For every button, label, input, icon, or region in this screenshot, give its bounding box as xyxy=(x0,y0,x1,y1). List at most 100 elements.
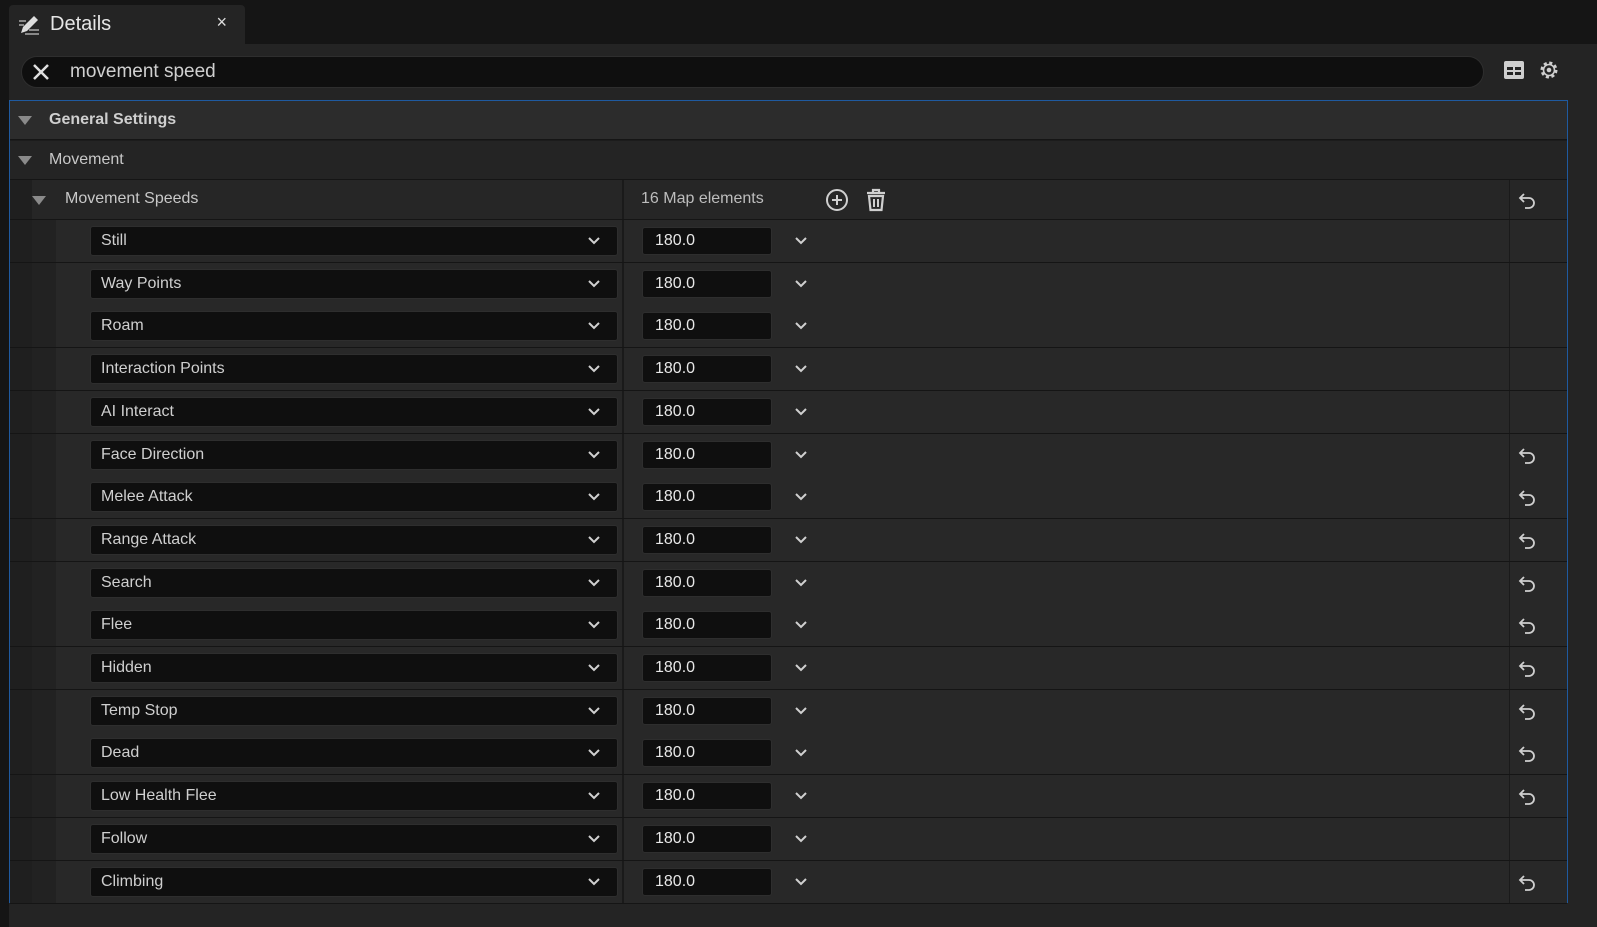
indent xyxy=(32,220,56,262)
chevron-down-icon[interactable] xyxy=(794,448,808,462)
chevron-down-icon[interactable] xyxy=(794,618,808,632)
map-element-row: Hidden 180.0 xyxy=(10,647,1567,690)
expand-triangle-icon[interactable] xyxy=(18,115,32,125)
map-element-row: Face Direction 180.0 xyxy=(10,433,1567,477)
key-dropdown[interactable]: Hidden xyxy=(90,653,618,683)
column-divider xyxy=(1509,476,1510,519)
value-input[interactable]: 180.0 xyxy=(642,397,772,426)
category-general-settings[interactable]: General Settings xyxy=(10,101,1567,140)
chevron-down-icon[interactable] xyxy=(794,319,808,333)
key-label: Roam xyxy=(101,317,144,335)
value-input[interactable]: 180.0 xyxy=(642,312,772,341)
value-input[interactable]: 180.0 xyxy=(642,824,772,853)
column-divider xyxy=(1509,220,1510,262)
reset-to-default-icon[interactable] xyxy=(1517,744,1537,763)
chevron-down-icon[interactable] xyxy=(794,704,808,718)
chevron-down-icon[interactable] xyxy=(794,533,808,547)
value-input[interactable]: 180.0 xyxy=(642,483,772,512)
reset-to-default-icon[interactable] xyxy=(1517,702,1537,720)
key-dropdown[interactable]: Roam xyxy=(90,311,618,342)
map-element-row: Interaction Points 180.0 xyxy=(10,348,1567,392)
key-dropdown[interactable]: Still xyxy=(90,226,618,256)
key-label: Melee Attack xyxy=(101,488,193,506)
key-dropdown[interactable]: Search xyxy=(90,567,618,598)
column-divider xyxy=(622,476,624,519)
value-input[interactable]: 180.0 xyxy=(642,654,772,682)
chevron-down-icon[interactable] xyxy=(794,789,808,803)
indent xyxy=(32,476,56,519)
reset-to-default-icon[interactable] xyxy=(1517,446,1537,464)
value-input[interactable]: 180.0 xyxy=(642,269,772,298)
chevron-down-icon[interactable] xyxy=(794,234,808,248)
reset-to-default-icon[interactable] xyxy=(1517,659,1537,677)
reset-to-default-icon[interactable] xyxy=(1517,616,1537,635)
reset-to-default-icon[interactable] xyxy=(1517,488,1537,507)
value-input[interactable]: 180.0 xyxy=(642,568,772,597)
key-dropdown[interactable]: Temp Stop xyxy=(90,695,618,726)
chevron-down-icon[interactable] xyxy=(794,875,808,889)
value-input[interactable]: 180.0 xyxy=(642,611,772,640)
value-input[interactable]: 180.0 xyxy=(642,867,772,896)
search-input[interactable] xyxy=(70,61,1370,83)
tab-details[interactable]: Details × xyxy=(9,5,245,44)
reset-to-default-icon[interactable] xyxy=(1517,873,1537,891)
indent xyxy=(32,561,56,604)
key-dropdown[interactable]: AI Interact xyxy=(90,396,618,427)
chevron-down-icon[interactable] xyxy=(794,490,808,504)
close-tab-button[interactable]: × xyxy=(216,12,227,33)
chevron-down-icon[interactable] xyxy=(794,576,808,590)
key-label: Face Direction xyxy=(101,445,205,463)
value-input[interactable]: 180.0 xyxy=(642,440,772,469)
expand-triangle-icon[interactable] xyxy=(32,196,46,205)
column-divider xyxy=(1509,305,1510,348)
add-element-icon[interactable] xyxy=(825,188,849,212)
key-dropdown[interactable]: Flee xyxy=(90,610,618,641)
key-dropdown[interactable]: Interaction Points xyxy=(90,354,618,385)
reset-to-default-icon[interactable] xyxy=(1517,191,1537,209)
map-label: Movement Speeds xyxy=(65,190,199,207)
map-count: 16 Map elements xyxy=(641,190,764,207)
expand-triangle-icon[interactable] xyxy=(18,155,32,165)
delete-all-trash-icon[interactable] xyxy=(865,188,887,212)
indent xyxy=(10,647,32,689)
key-dropdown[interactable]: Climbing xyxy=(90,866,618,897)
value-input[interactable]: 180.0 xyxy=(642,696,772,725)
reset-to-default-icon[interactable] xyxy=(1517,531,1537,549)
key-label: Way Points xyxy=(101,274,182,292)
key-dropdown[interactable]: Dead xyxy=(90,738,618,769)
column-divider xyxy=(1509,180,1510,219)
value-input[interactable]: 180.0 xyxy=(642,782,772,811)
key-dropdown[interactable]: Way Points xyxy=(90,268,618,299)
value-input[interactable]: 180.0 xyxy=(642,525,772,554)
table-view-icon[interactable] xyxy=(1502,58,1526,82)
column-divider xyxy=(1509,775,1510,818)
value-input[interactable]: 180.0 xyxy=(642,227,772,255)
settings-gear-icon[interactable] xyxy=(1537,58,1561,82)
key-dropdown[interactable]: Face Direction xyxy=(90,439,618,470)
key-dropdown[interactable]: Range Attack xyxy=(90,524,618,555)
chevron-down-icon[interactable] xyxy=(794,405,808,419)
indent xyxy=(32,390,56,433)
category-movement[interactable]: Movement xyxy=(10,141,1567,180)
clear-search-icon[interactable] xyxy=(30,61,52,83)
value-input[interactable]: 180.0 xyxy=(642,739,772,768)
chevron-down-icon[interactable] xyxy=(794,746,808,760)
chevron-down-icon xyxy=(588,536,600,544)
chevron-down-icon[interactable] xyxy=(794,362,808,376)
value-input[interactable]: 180.0 xyxy=(642,355,772,384)
chevron-down-icon[interactable] xyxy=(794,277,808,291)
indent xyxy=(32,647,56,689)
chevron-down-icon[interactable] xyxy=(794,661,808,675)
key-label: Temp Stop xyxy=(101,701,178,719)
indent xyxy=(10,180,32,219)
key-dropdown[interactable]: Low Health Flee xyxy=(90,781,618,812)
indent xyxy=(10,604,32,647)
chevron-down-icon[interactable] xyxy=(794,832,808,846)
key-dropdown[interactable]: Follow xyxy=(90,823,618,854)
reset-to-default-icon[interactable] xyxy=(1517,787,1537,805)
reset-to-default-icon[interactable] xyxy=(1517,574,1537,592)
key-dropdown[interactable]: Melee Attack xyxy=(90,482,618,513)
details-panel: General Settings Movement Movement Speed… xyxy=(9,44,1597,927)
column-divider xyxy=(622,689,624,732)
indent xyxy=(32,262,56,305)
